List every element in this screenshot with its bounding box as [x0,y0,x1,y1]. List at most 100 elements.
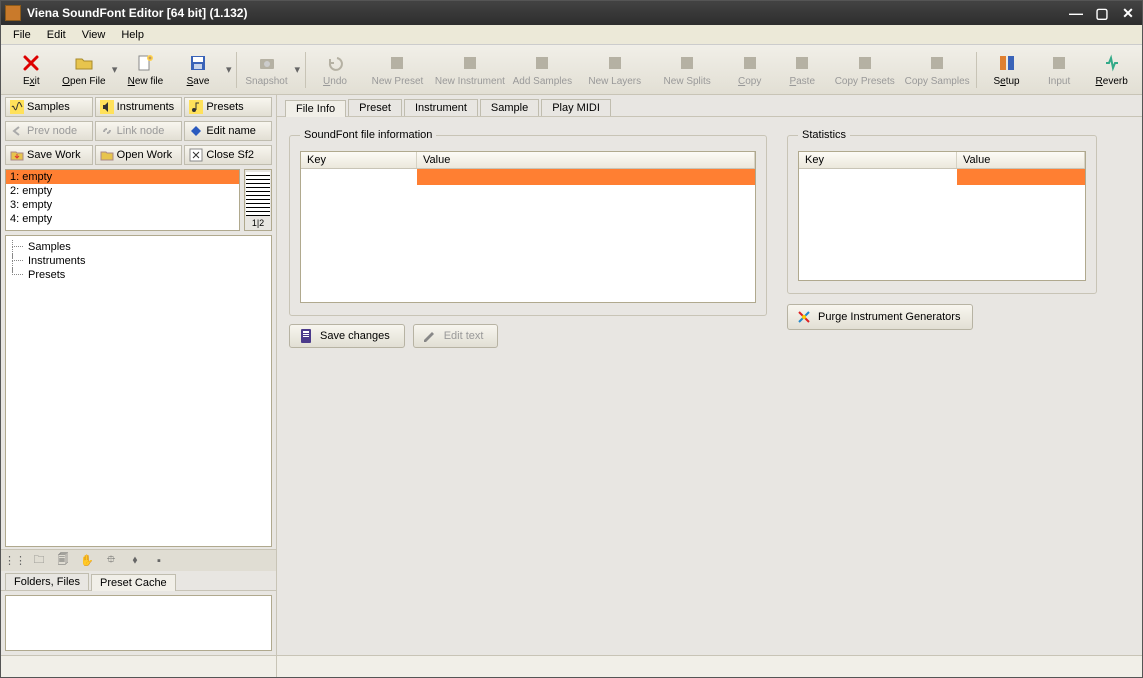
soundfont-info-legend: SoundFont file information [300,129,436,141]
app-icon [5,5,21,21]
table-row[interactable] [799,169,1085,185]
toolbar-new-preset-button: New Preset [361,48,433,92]
toolbar-new-file-button[interactable]: New file [119,48,172,92]
file-info-tab-body: SoundFont file information Key Value [277,117,1142,655]
statusbar [1,655,1142,677]
minimize-button[interactable]: — [1066,4,1086,22]
button-label: Instruments [117,101,174,113]
save-changes-button[interactable]: Save changes [289,324,405,348]
tree-tool-copy-icon[interactable]: 🗐 [53,552,73,570]
maximize-button[interactable]: ▢ [1092,4,1112,22]
tab-preset[interactable]: Preset [348,99,402,116]
toolbar-label: Add Samples [513,76,572,87]
button-label: Link node [117,125,165,137]
open-work-button[interactable]: Open Work [95,145,183,165]
button-label: Open Work [117,149,172,161]
mini-keyboard[interactable]: 1|2 [244,169,272,231]
toolbar-reverb-button[interactable]: Reverb [1085,48,1138,92]
tree-tool-hand-icon[interactable]: ✋ [77,552,97,570]
bottom-tab-preset-cache[interactable]: Preset Cache [91,574,176,591]
toolbar-label: Setup [993,76,1019,87]
tab-instrument[interactable]: Instrument [404,99,478,116]
toolbar-paste-button: Paste [776,48,829,92]
tree-tool-1-icon[interactable]: ⋮⋮ [5,552,25,570]
save-work-button[interactable]: Save Work [5,145,93,165]
statistics-group: Statistics Key Value [787,129,1097,294]
save-icon [187,52,209,74]
purge-generators-button[interactable]: Purge Instrument Generators [787,304,973,330]
statistics-table[interactable]: Key Value [798,151,1086,281]
list-item[interactable]: 1: empty [6,170,239,184]
close-button[interactable]: ✕ [1118,4,1138,22]
tree-item-samples[interactable]: Samples [10,240,267,254]
list-item[interactable]: 4: empty [6,212,239,226]
toolbar-label: Copy Samples [905,76,970,87]
soundfont-info-group: SoundFont file information Key Value [289,129,767,316]
toolbar-label: Save [187,76,210,87]
stat-col-value[interactable]: Value [957,152,1085,168]
camera-icon [256,52,278,74]
soundfont-info-table[interactable]: Key Value [300,151,756,303]
edit-text-button[interactable]: Edit text [413,324,499,348]
copy-presets-icon [854,52,876,74]
tab-play-midi[interactable]: Play MIDI [541,99,611,116]
tree-tool-folder-icon[interactable]: 🗀 [29,552,49,570]
splits-icon [676,52,698,74]
toolbar-open-file-button[interactable]: Open File [58,48,111,92]
toolbar-label: New Splits [664,76,711,87]
toolbar-label: Copy [738,76,761,87]
tree-item-instruments[interactable]: Instruments [10,254,267,268]
close-sf2-button[interactable]: Close Sf2 [184,145,272,165]
toolbar-new-splits-button: New Splits [651,48,723,92]
table-row[interactable] [301,169,755,185]
toolbar-label: Undo [323,76,347,87]
tree-item-presets[interactable]: Presets [10,268,267,282]
toolbar-copy-button: Copy [723,48,776,92]
status-cell-left [1,656,277,677]
toolbar-setup-button[interactable]: Setup [980,48,1033,92]
menu-edit[interactable]: Edit [39,27,74,43]
tab-file-info[interactable]: File Info [285,100,346,117]
stat-col-key[interactable]: Key [799,152,957,168]
bottom-tab-folders-files[interactable]: Folders, Files [5,573,89,590]
status-cell-right [277,656,1142,677]
menu-view[interactable]: View [74,27,114,43]
toolbar-dropdown[interactable]: ▾ [224,63,233,76]
folder-open-y-icon [100,148,114,162]
tab-sample[interactable]: Sample [480,99,539,116]
toolbar-label: Open File [62,76,105,87]
tree-view[interactable]: SamplesInstrumentsPresets [5,235,272,547]
samples-button[interactable]: Samples [5,97,93,117]
prev-node-button: Prev node [5,121,93,141]
instruments-button[interactable]: Instruments [95,97,183,117]
file-list[interactable]: 1: empty2: empty3: empty4: empty [5,169,240,231]
sf-col-key[interactable]: Key [301,152,417,168]
preset-icon [386,52,408,74]
toolbar-exit-button[interactable]: Exit [5,48,58,92]
instrument-icon [459,52,481,74]
list-item[interactable]: 2: empty [6,184,239,198]
list-item[interactable]: 3: empty [6,198,239,212]
mini-keyboard-label: 1|2 [252,218,264,228]
menu-help[interactable]: Help [113,27,152,43]
tree-tool-piece-icon[interactable]: ⬧ [125,552,145,570]
toolbar-label: New Layers [588,76,641,87]
x-red-icon [20,52,42,74]
toolbar-label: New Preset [372,76,424,87]
menu-file[interactable]: File [5,27,39,43]
button-label: Samples [27,101,70,113]
note-icon [189,100,203,114]
preset-cache-list[interactable] [5,595,272,651]
toolbar-dropdown[interactable]: ▾ [110,63,119,76]
sf-col-value[interactable]: Value [417,152,755,168]
window-title: Viena SoundFont Editor [64 bit] (1.132) [27,6,1066,20]
presets-button[interactable]: Presets [184,97,272,117]
toolbar-label: New Instrument [435,76,505,87]
edit-name-button[interactable]: Edit name [184,121,272,141]
purge-generators-label: Purge Instrument Generators [818,311,960,323]
tree-tool-puzzle-icon[interactable]: ⯐ [101,552,121,570]
tree-tool-block-icon[interactable]: ▪ [149,552,169,570]
close-x-icon [189,148,203,162]
toolbar-save-button[interactable]: Save [172,48,225,92]
setup-icon [996,52,1018,74]
